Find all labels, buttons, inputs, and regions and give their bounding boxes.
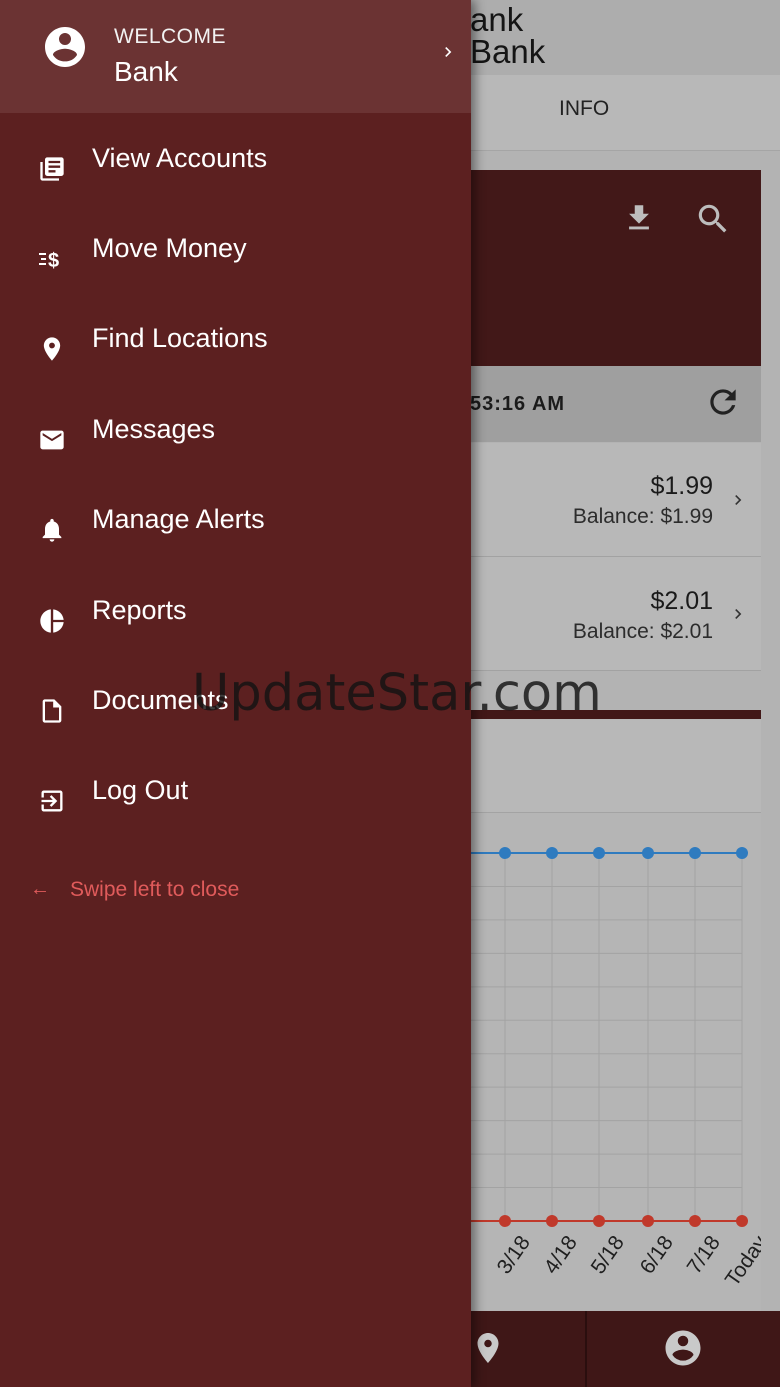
x-tick-label: 4/18 xyxy=(540,1232,582,1279)
account-balance: Balance: $2.01 xyxy=(572,620,713,643)
menu-item-manage-alerts[interactable]: Manage Alerts xyxy=(0,504,471,608)
logout-icon xyxy=(41,790,63,812)
location-pin-icon[interactable] xyxy=(470,1328,506,1368)
menu-item-label: View Accounts xyxy=(92,143,268,173)
data-point xyxy=(689,847,701,859)
watermark: UpdateStar.com xyxy=(192,664,602,723)
last-updated-time: 53:16 AM xyxy=(470,393,566,415)
menu-item-label: Reports xyxy=(92,595,187,625)
search-icon[interactable] xyxy=(694,200,732,238)
data-point xyxy=(593,1215,605,1227)
tab-info[interactable]: INFO xyxy=(559,97,609,121)
refresh-icon[interactable] xyxy=(704,383,742,421)
chevron-right-icon[interactable] xyxy=(438,38,458,66)
avatar-icon xyxy=(45,27,85,67)
data-point xyxy=(499,847,511,859)
data-point xyxy=(736,847,748,859)
x-tick-label: 3/18 xyxy=(493,1232,535,1279)
menu-item-label: Log Out xyxy=(92,775,189,805)
data-point xyxy=(499,1215,511,1227)
account-amount: $1.99 xyxy=(650,472,713,500)
accounts-icon xyxy=(40,157,64,181)
chevron-right-icon xyxy=(735,609,742,619)
mail-icon xyxy=(40,430,64,450)
pie-chart-icon xyxy=(40,609,64,633)
location-pin-icon xyxy=(43,337,61,361)
account-amount: $2.01 xyxy=(650,587,713,615)
data-point xyxy=(736,1215,748,1227)
menu-item-label: Find Locations xyxy=(92,323,268,353)
menu-item-log-out[interactable]: Log Out xyxy=(0,775,471,879)
bell-icon xyxy=(42,518,62,542)
welcome-label: WELCOME xyxy=(114,25,227,48)
download-icon[interactable] xyxy=(622,200,656,236)
x-tick-label: Today xyxy=(721,1231,761,1291)
swipe-hint-text: Swipe left to close xyxy=(70,878,240,901)
x-tick-label: 5/18 xyxy=(587,1232,629,1279)
move-money-icon: $ xyxy=(39,250,59,272)
menu-item-label: Messages xyxy=(92,414,216,444)
bottom-nav-divider xyxy=(585,1311,587,1387)
menu-item-label: Move Money xyxy=(92,233,247,263)
data-point xyxy=(546,1215,558,1227)
data-point xyxy=(593,847,605,859)
chevron-right-icon xyxy=(735,495,742,505)
document-icon xyxy=(42,699,62,723)
data-point xyxy=(642,1215,654,1227)
data-point xyxy=(642,847,654,859)
x-tick-label: 7/18 xyxy=(683,1232,725,1279)
account-circle-icon[interactable] xyxy=(662,1327,704,1369)
arrow-left-icon: ← xyxy=(30,878,50,900)
app-title: ank Bank xyxy=(470,1,546,70)
user-name: Bank xyxy=(114,56,178,87)
app-title-line2: Bank xyxy=(470,33,546,70)
app-title-line1: ank xyxy=(470,1,524,38)
account-balance: Balance: $1.99 xyxy=(572,505,713,528)
data-point xyxy=(546,847,558,859)
drawer-header[interactable]: WELCOME Bank xyxy=(0,0,471,113)
menu-item-label: Manage Alerts xyxy=(92,504,265,534)
menu-item-find-locations[interactable]: Find Locations xyxy=(0,323,471,427)
svg-text:$: $ xyxy=(48,250,59,272)
x-tick-label: 6/18 xyxy=(636,1232,678,1279)
data-point xyxy=(689,1215,701,1227)
